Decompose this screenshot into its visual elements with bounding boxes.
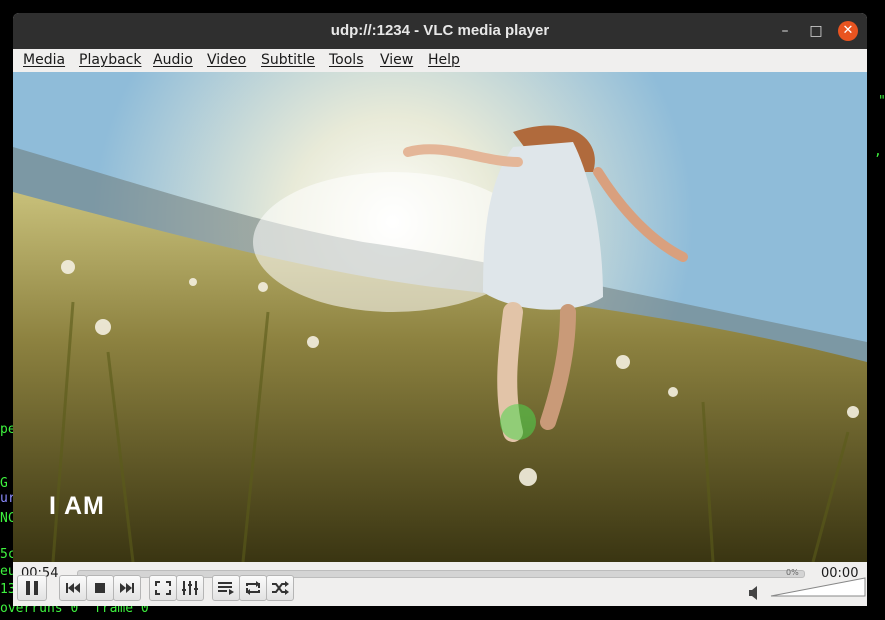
minimize-button[interactable]: – [775, 21, 795, 41]
terminal-text: G [0, 476, 8, 491]
fullscreen-button[interactable] [149, 575, 177, 601]
equalizer-icon [182, 581, 198, 595]
menu-audio[interactable]: Audio [153, 52, 193, 68]
menu-video[interactable]: Video [207, 52, 246, 68]
terminal-text: " [878, 95, 885, 109]
speaker-muted-icon[interactable] [748, 586, 760, 600]
vlc-window: udp://:1234 - VLC media player – □ ✕ Med… [13, 13, 867, 606]
video-area[interactable]: I AM [13, 72, 867, 562]
play-pause-button[interactable] [17, 575, 47, 601]
maximize-button[interactable]: □ [806, 21, 826, 41]
playlist-icon [218, 582, 234, 595]
terminal-text: , [874, 144, 882, 159]
title-bar[interactable]: udp://:1234 - VLC media player – □ ✕ [13, 13, 867, 49]
controls-toolbar: 0% [13, 568, 867, 606]
stop-icon [95, 583, 105, 593]
video-caption-text: I AM [49, 492, 105, 520]
shuffle-icon [272, 581, 289, 595]
volume-slider[interactable] [769, 576, 867, 598]
close-button[interactable]: ✕ [838, 21, 858, 41]
pause-icon [26, 581, 38, 595]
stop-button[interactable] [86, 575, 114, 601]
skip-previous-icon [66, 583, 80, 593]
menu-help[interactable]: Help [428, 52, 460, 68]
menu-media[interactable]: Media [23, 52, 65, 68]
previous-button[interactable] [59, 575, 87, 601]
menu-playback[interactable]: Playback [79, 52, 141, 68]
loop-button[interactable] [239, 575, 267, 601]
playlist-button[interactable] [212, 575, 240, 601]
window-title: udp://:1234 - VLC media player [330, 22, 550, 39]
skip-next-icon [120, 583, 134, 593]
menu-subtitle[interactable]: Subtitle [261, 52, 315, 68]
video-frame-image [13, 72, 867, 562]
menu-bar: Media Playback Audio Video Subtitle Tool… [13, 49, 867, 72]
next-button[interactable] [113, 575, 141, 601]
loop-icon [246, 581, 260, 595]
seek-row: 00:54 00:00 [13, 562, 867, 584]
menu-view[interactable]: View [380, 52, 413, 68]
extended-settings-button[interactable] [176, 575, 204, 601]
random-button[interactable] [266, 575, 294, 601]
menu-tools[interactable]: Tools [329, 52, 364, 68]
fullscreen-icon [155, 581, 171, 595]
